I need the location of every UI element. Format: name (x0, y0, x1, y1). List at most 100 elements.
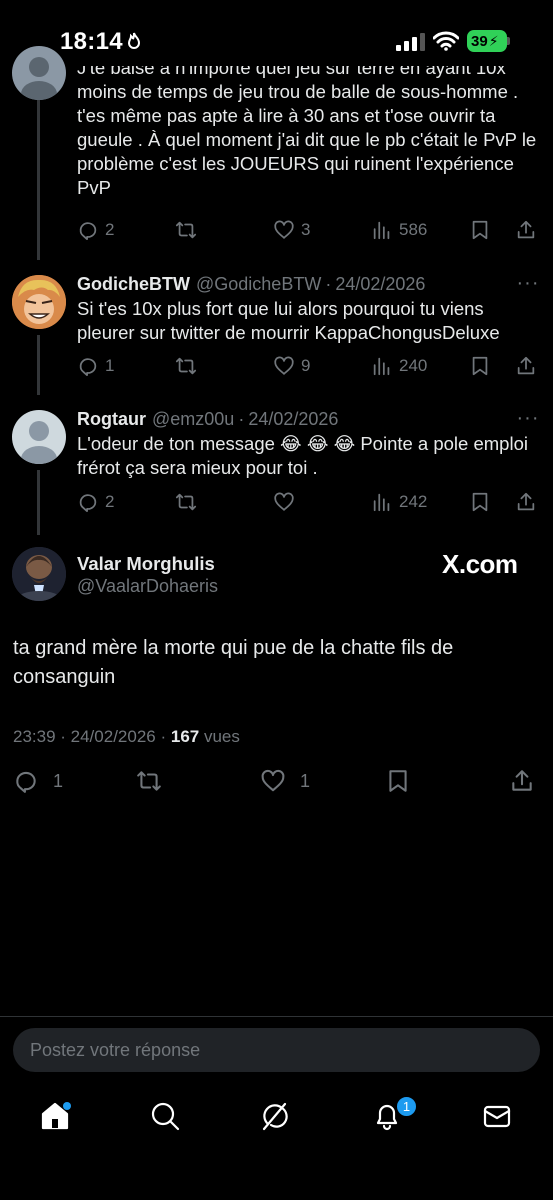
share-button[interactable] (515, 216, 537, 244)
reply-icon (79, 358, 97, 377)
share-icon (517, 220, 535, 239)
tweet-date[interactable]: 24/02/2026 (248, 409, 338, 430)
share-button[interactable] (515, 488, 537, 516)
views-icon (373, 357, 390, 376)
reply-button[interactable]: 1 (13, 767, 63, 795)
views-count: 167 (170, 727, 200, 746)
author-handle[interactable]: @emz00u (152, 409, 234, 430)
tweet-meta: 23:39 · 24/02/2026 · 167 vues (13, 727, 240, 747)
reply-icon (79, 222, 97, 241)
like-button[interactable]: 3 (273, 216, 310, 244)
retweet-button[interactable] (175, 216, 197, 244)
author-name[interactable]: Rogtaur (77, 409, 146, 430)
tweet-text: J'te baise à n'importe quel jeu sur terr… (77, 66, 537, 210)
wifi-icon (433, 31, 459, 51)
tweet-timestamp[interactable]: 23:39 · 24/02/2026 · (13, 727, 166, 746)
reply-button[interactable]: 2 (77, 488, 114, 516)
like-icon (274, 356, 294, 375)
bookmark-button[interactable] (469, 352, 491, 380)
fire-icon (127, 32, 141, 49)
divider (0, 1016, 553, 1017)
author-handle[interactable]: @VaalarDohaeris (77, 576, 218, 597)
nav-home[interactable] (39, 1100, 75, 1136)
battery-level: 39 (471, 32, 488, 50)
avatar[interactable] (12, 275, 66, 329)
x-com-watermark: X.com (442, 549, 518, 579)
retweet-icon (175, 357, 197, 375)
reply-icon (79, 494, 97, 513)
avatar[interactable] (12, 547, 66, 601)
like-count: 1 (300, 770, 311, 791)
reply-icon (16, 771, 36, 793)
views-icon (373, 221, 390, 240)
avatar[interactable] (12, 46, 66, 100)
bookmark-icon (472, 356, 488, 376)
tweet-text: L'odeur de ton message 😂 😂 😂 Pointe a po… (77, 433, 528, 478)
like-count: 9 (301, 356, 311, 375)
charging-icon: ⚡ (488, 32, 499, 49)
tweet-header: Rogtaur @emz00u · 24/02/2026 (77, 407, 338, 431)
bookmark-button[interactable] (469, 488, 491, 516)
status-time: 18:14 (60, 28, 123, 55)
reply-count: 2 (105, 220, 115, 239)
views-count: 586 (399, 220, 428, 239)
share-button[interactable] (509, 767, 535, 795)
avatar[interactable] (12, 410, 66, 464)
search-icon (151, 1102, 180, 1131)
tweet-actions: 1 9 240 (77, 352, 542, 380)
views-button[interactable]: 242 (371, 488, 427, 516)
views-count: 240 (399, 356, 428, 375)
thread-line (37, 100, 40, 260)
share-icon (517, 492, 535, 511)
thread-line (37, 335, 40, 395)
notifications-badge: 1 (396, 1096, 417, 1117)
tweet-text-body: moins de temps de jeu trou de balle de s… (77, 81, 537, 198)
bookmark-button[interactable] (469, 216, 491, 244)
author-name[interactable]: Valar Morghulis (77, 553, 215, 575)
reply-button[interactable]: 1 (77, 352, 114, 380)
nav-search[interactable] (149, 1100, 185, 1136)
author-name[interactable]: GodicheBTW (77, 274, 190, 295)
like-button[interactable]: 9 (273, 352, 310, 380)
tweet-actions: 1 1 (13, 767, 538, 797)
retweet-icon (175, 493, 197, 511)
share-icon (512, 770, 532, 791)
share-button[interactable] (515, 352, 537, 380)
views-count: 242 (399, 492, 428, 511)
grok-icon (262, 1102, 288, 1131)
views-button[interactable]: 240 (371, 352, 427, 380)
nav-grok[interactable] (259, 1100, 295, 1136)
retweet-button[interactable] (136, 767, 162, 795)
author-handle[interactable]: @GodicheBTW (196, 274, 321, 295)
retweet-button[interactable] (175, 488, 197, 516)
thread-line (37, 470, 40, 535)
tweet-date[interactable]: 24/02/2026 (335, 274, 425, 295)
signal-icon (396, 33, 425, 51)
like-icon (261, 769, 285, 792)
like-icon (274, 220, 294, 239)
retweet-button[interactable] (175, 352, 197, 380)
tweet-text: Si t'es 10x plus fort que lui alors pour… (77, 298, 500, 343)
views-button[interactable]: 586 (371, 216, 427, 244)
tweet-text: ta grand mère la morte qui pue de la cha… (13, 637, 454, 688)
reply-count: 2 (105, 492, 115, 511)
views-label: vues (203, 727, 240, 746)
bottom-nav (0, 1090, 553, 1150)
bookmark-icon (472, 492, 488, 512)
home-unread-dot (63, 1102, 71, 1110)
like-count: 3 (301, 220, 311, 239)
tweet-header: GodicheBTW @GodicheBTW · 24/02/2026 (77, 272, 425, 296)
reply-button[interactable]: 2 (77, 216, 114, 244)
retweet-icon (175, 221, 197, 239)
like-button[interactable] (273, 488, 295, 516)
bookmark-icon (389, 770, 407, 792)
bookmark-button[interactable] (385, 767, 411, 795)
nav-messages[interactable] (481, 1100, 517, 1136)
reply-count: 1 (105, 356, 115, 375)
battery-cap (507, 37, 510, 45)
battery-indicator: 39 ⚡ (467, 30, 507, 52)
like-button[interactable]: 1 (260, 767, 310, 795)
tweet-actions: 2 242 (77, 488, 542, 516)
reply-placeholder: Postez votre réponse (30, 1039, 201, 1060)
reply-input[interactable]: Postez votre réponse (13, 1028, 540, 1072)
